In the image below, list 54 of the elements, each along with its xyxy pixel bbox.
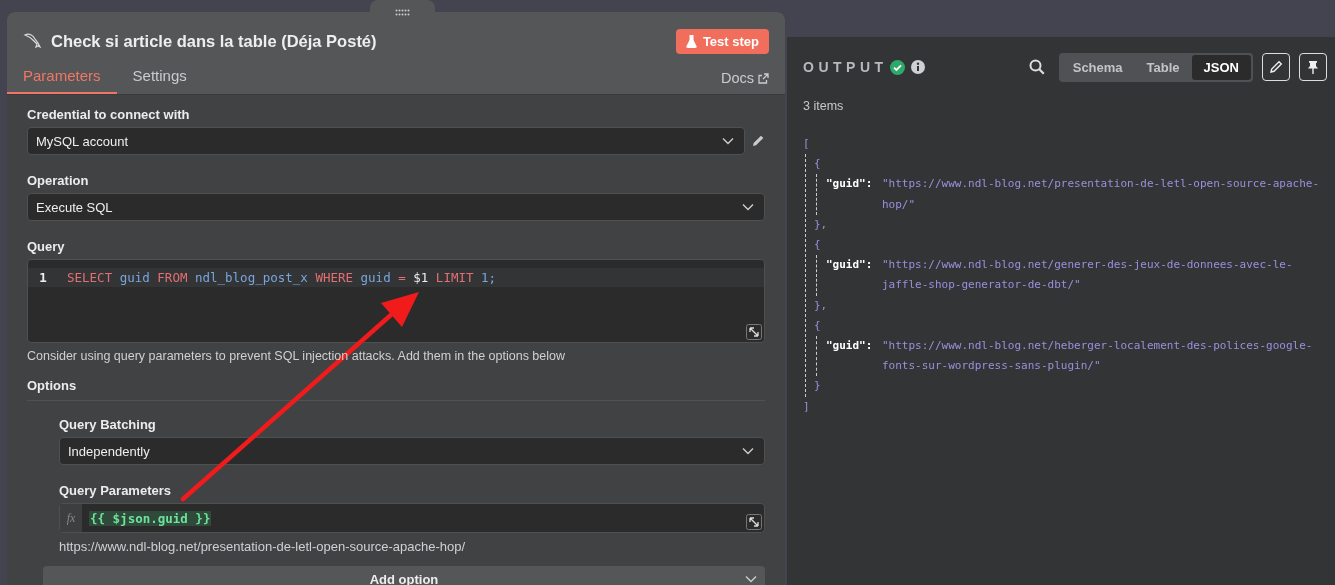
chevron-down-icon	[745, 575, 757, 583]
json-bracket: {	[814, 156, 821, 173]
select-field[interactable]: MySQL account	[27, 127, 745, 155]
dolphin-icon	[23, 31, 43, 51]
code-editor[interactable]: 1 SELECT guid FROM ndl_blog_post_x WHERE guid = $1 LIMIT 1;	[27, 259, 765, 343]
field-label: Query	[27, 239, 66, 254]
json-value: "https://www.ndl-blog.net/heberger-localement-des-polices-google-fonts-sur-wordpress-sans-plugin/"	[882, 338, 1314, 375]
item-count: 3 items	[803, 99, 845, 113]
section-heading: Options	[27, 378, 765, 401]
field-label: Query Batching	[59, 417, 157, 432]
tab[interactable]: Settings	[116, 67, 203, 94]
json-key: "guid":	[826, 255, 882, 296]
view-tab[interactable]: Schema	[1060, 54, 1135, 80]
pencil-icon	[1269, 60, 1283, 74]
flask-icon	[685, 34, 697, 48]
success-check-icon	[889, 59, 905, 75]
expand-icon[interactable]	[746, 324, 762, 340]
json-bracket: },	[814, 216, 828, 233]
sql-code: SELECT guid FROM ndl_blog_post_x WHERE guid = $1 LIMIT 1;	[67, 270, 497, 285]
json-value: "https://www.ndl-blog.net/presentation-de-letl-open-source-apache-hop/"	[882, 176, 1321, 213]
json-key: "guid":	[826, 174, 882, 215]
pin-icon	[1307, 60, 1319, 74]
json-bracket: {	[814, 237, 821, 253]
line-number: 1	[38, 270, 48, 285]
drag-handle-icon[interactable]	[395, 8, 410, 16]
docs-link[interactable]: Docs	[720, 70, 769, 94]
select-field[interactable]: Independently	[59, 437, 765, 465]
node-title: Check si article dans la table (Déja Posté)	[51, 31, 378, 51]
expand-icon[interactable]	[746, 514, 762, 530]
json-bracket: },	[814, 297, 828, 314]
chevron-down-icon	[742, 447, 754, 455]
select-field[interactable]: Execute SQL	[27, 193, 765, 221]
json-key: "guid":	[826, 336, 882, 377]
json-bracket: }	[814, 378, 821, 395]
view-tab[interactable]: JSON	[1191, 54, 1251, 80]
json-bracket: ]	[803, 398, 810, 415]
expression-field[interactable]: fx {{ $json.guid }}	[59, 503, 765, 533]
chevron-down-icon	[722, 137, 734, 145]
result-preview: https://www.ndl-blog.net/presentation-de-letl-open-source-apache-hop/	[59, 539, 467, 554]
json-bracket: [	[803, 136, 810, 152]
field-label: Operation	[27, 173, 90, 188]
field-label: Credential to connect with	[27, 107, 191, 122]
pin-button[interactable]	[1299, 53, 1327, 81]
pencil-icon[interactable]	[751, 134, 765, 148]
edit-button[interactable]	[1262, 53, 1290, 81]
field-label: Query Parameters	[59, 483, 172, 498]
search-icon[interactable]	[1028, 59, 1045, 75]
view-tab[interactable]: Table	[1134, 54, 1192, 80]
info-icon[interactable]	[910, 60, 925, 74]
json-bracket: {	[814, 317, 821, 334]
output-title: OUTPUT	[803, 59, 888, 75]
chevron-down-icon	[742, 203, 754, 211]
json-value: "https://www.ndl-blog.net/generer-des-jeux-de-donnees-avec-le-jaffle-shop-generator-de-dbt/"	[882, 257, 1294, 294]
external-link-icon	[758, 72, 769, 84]
